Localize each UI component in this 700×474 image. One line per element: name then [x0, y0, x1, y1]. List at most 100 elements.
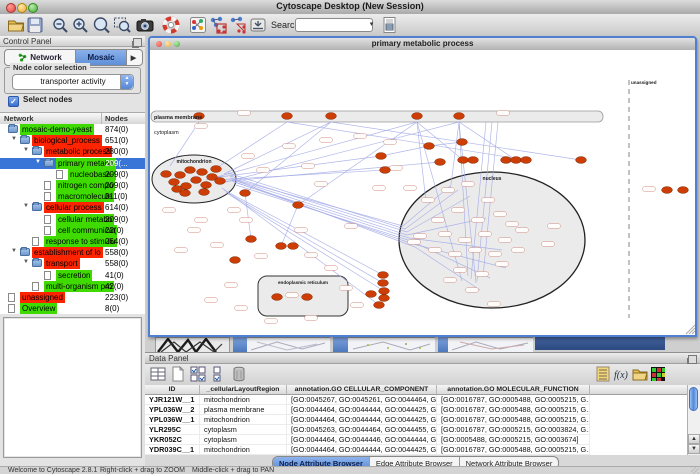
network-node-label[interactable]	[373, 186, 386, 191]
network-node[interactable]	[412, 113, 423, 120]
network-node-label[interactable]	[466, 288, 479, 293]
tree-row[interactable]: response to stimulu264(0)	[0, 236, 145, 247]
attribute-grid-icon[interactable]	[150, 366, 166, 382]
network-node-label[interactable]	[499, 238, 512, 243]
canvas-resize-grip[interactable]	[686, 325, 695, 334]
expand-triangle[interactable]: ▼	[11, 248, 17, 254]
network-node-label[interactable]	[442, 188, 455, 193]
network-node[interactable]	[175, 172, 186, 179]
network-node-label[interactable]	[302, 164, 315, 169]
network-node[interactable]	[468, 157, 479, 164]
background-window-sliver[interactable]	[535, 337, 665, 350]
background-window-sliver[interactable]	[333, 337, 348, 352]
tree-row[interactable]: secretion41(0)	[0, 270, 145, 281]
network-node-label[interactable]	[340, 286, 353, 291]
network-node[interactable]	[458, 157, 469, 164]
expand-triangle[interactable]: ▼	[23, 259, 29, 265]
network-canvas[interactable]: plasma membranecytoplasmmitochondrionnuc…	[150, 50, 695, 335]
tree-row[interactable]: nitrogen compo209(0)	[0, 180, 145, 191]
network-node-label[interactable]	[354, 134, 367, 139]
network-node[interactable]	[376, 153, 387, 160]
tree-row[interactable]: multi-organism pro42(0)	[0, 281, 145, 292]
network-node-label[interactable]	[452, 208, 465, 213]
network-node-label[interactable]	[429, 248, 442, 253]
tree-row[interactable]: Overview8(0)	[0, 303, 145, 314]
network-node-label[interactable]	[345, 224, 358, 229]
network-node[interactable]	[378, 280, 389, 287]
network-node[interactable]	[326, 113, 337, 120]
network-node-label[interactable]	[175, 248, 188, 253]
scrollbar-thumb[interactable]	[689, 387, 698, 411]
network-view-icon[interactable]	[189, 16, 207, 34]
network-node[interactable]	[576, 157, 587, 164]
scroll-up-arrow[interactable]: ▲	[688, 434, 700, 444]
expand-triangle[interactable]: ▼	[11, 136, 17, 142]
birdseye-view[interactable]	[3, 317, 142, 458]
float-panel-icon[interactable]	[688, 355, 697, 364]
network-node[interactable]	[272, 294, 283, 301]
tree-row[interactable]: ▼cellular process614(0)	[0, 202, 145, 213]
network-node[interactable]	[424, 143, 435, 150]
tree-row[interactable]: ▼biological_process651(0)	[0, 135, 145, 146]
resize-grip[interactable]	[691, 467, 699, 474]
save-session-icon[interactable]	[26, 16, 44, 34]
node-color-dropdown[interactable]: transporter activity▲▼	[12, 74, 134, 90]
network-node[interactable]	[201, 182, 212, 189]
network-node[interactable]	[435, 159, 446, 166]
network-overlay-icon[interactable]	[229, 16, 247, 34]
import-network-icon[interactable]	[249, 16, 267, 34]
network-node-label[interactable]	[454, 268, 467, 273]
attribute-list-icon[interactable]	[595, 366, 611, 382]
tree-row[interactable]: cellular metabo209(0)	[0, 214, 145, 225]
network-node-label[interactable]	[548, 224, 561, 229]
zoom-in-icon[interactable]	[71, 16, 89, 34]
network-node-label[interactable]	[325, 266, 338, 271]
network-node-label[interactable]	[497, 111, 510, 116]
open-session-icon[interactable]	[7, 16, 25, 34]
network-node-label[interactable]	[384, 140, 397, 145]
network-node[interactable]	[161, 171, 172, 178]
network-node-label[interactable]	[494, 212, 507, 217]
tree-row[interactable]: unassigned223(0)	[0, 292, 145, 303]
table-scrollbar[interactable]: ▲ ▼	[687, 385, 700, 455]
background-window-sliver[interactable]	[448, 337, 533, 353]
network-node[interactable]	[501, 157, 512, 164]
network-node[interactable]	[379, 288, 390, 295]
network-node-label[interactable]	[305, 253, 318, 258]
network-node[interactable]	[511, 157, 522, 164]
network-node-label[interactable]	[432, 218, 445, 223]
import-attributes-icon[interactable]	[632, 366, 648, 382]
column-header[interactable]: annotation.GO CELLULAR_COMPONENT	[287, 385, 437, 395]
table-row[interactable]: YKR052Ccytoplasm[GO:0044464, GO:0044446,…	[145, 435, 688, 445]
network-node[interactable]	[199, 189, 210, 196]
network-node-label[interactable]	[476, 272, 489, 277]
expand-triangle[interactable]: ▼	[23, 203, 29, 209]
network-node-label[interactable]	[257, 168, 270, 173]
network-node-label[interactable]	[459, 238, 472, 243]
network-node-label[interactable]	[506, 222, 519, 227]
network-node[interactable]	[378, 272, 389, 279]
zoom-selected-icon[interactable]	[113, 16, 131, 34]
tree-row[interactable]: ▼transport558(0)	[0, 258, 145, 269]
search-dropdown-arrow[interactable]: ▾	[366, 18, 377, 32]
background-window-sliver[interactable]	[247, 337, 330, 353]
network-node[interactable]	[293, 202, 304, 209]
expand-triangle[interactable]: ▼	[35, 159, 41, 165]
tree-row[interactable]: macromolecule311(0)	[0, 191, 145, 202]
tree-row[interactable]: nucleobase-209(0)	[0, 169, 145, 180]
tree-row[interactable]: mosaic-demo-yeast874(0)	[0, 124, 145, 135]
tree-row[interactable]: ▼metabolic process280(0)	[0, 146, 145, 157]
network-node-label[interactable]	[235, 306, 248, 311]
network-node-label[interactable]	[228, 208, 241, 213]
network-node-label[interactable]	[479, 232, 492, 237]
network-node-label[interactable]	[315, 182, 328, 187]
network-node-label[interactable]	[188, 228, 201, 233]
background-window-sliver[interactable]	[348, 337, 435, 353]
network-node-label[interactable]	[489, 252, 502, 257]
float-panel-icon[interactable]	[133, 38, 142, 47]
network-node[interactable]	[246, 236, 257, 243]
network-node-label[interactable]	[516, 228, 529, 233]
network-node[interactable]	[454, 113, 465, 120]
network-node[interactable]	[662, 187, 673, 194]
network-node[interactable]	[197, 169, 208, 176]
